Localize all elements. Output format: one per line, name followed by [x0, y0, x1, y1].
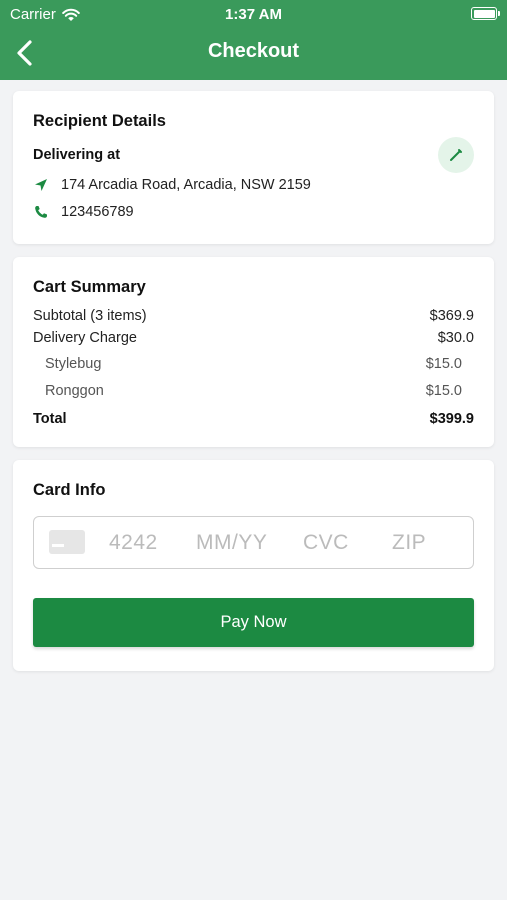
subtotal-row: Subtotal (3 items) $369.9: [33, 308, 474, 324]
vendor-name: Stylebug: [45, 356, 102, 372]
vendor-charge-row: Stylebug $15.0: [45, 356, 462, 372]
phone-icon: [35, 206, 47, 218]
address-text: 174 Arcadia Road, Arcadia, NSW 2159: [61, 177, 311, 193]
phone-row: 123456789: [33, 204, 134, 220]
subtotal-label: Subtotal (3 items): [33, 308, 147, 324]
status-bar: Carrier 1:37 AM: [0, 0, 507, 28]
navigation-arrow-icon: [35, 179, 47, 191]
recipient-details-card: Recipient Details Delivering at 174 Arca…: [13, 91, 494, 244]
vendor-charge: $15.0: [425, 383, 462, 399]
pay-now-button[interactable]: Pay Now: [33, 598, 474, 647]
delivering-at-label: Delivering at: [33, 147, 121, 163]
delivery-charge-label: Delivery Charge: [33, 330, 137, 346]
page-title: Checkout: [207, 40, 300, 62]
total-value: $399.9: [429, 411, 474, 427]
card-info-title: Card Info: [33, 481, 106, 499]
recipient-details-title: Recipient Details: [33, 112, 166, 130]
pay-now-label: Pay Now: [220, 613, 287, 631]
delivery-charge-row: Delivery Charge $30.0: [33, 330, 474, 346]
navigation-bar: Carrier 1:37 AM Checkout: [0, 0, 507, 80]
edit-address-button[interactable]: [438, 137, 474, 173]
address-row: 174 Arcadia Road, Arcadia, NSW 2159: [33, 177, 311, 193]
credit-card-icon: [49, 530, 85, 554]
cart-summary-title: Cart Summary: [33, 278, 146, 296]
delivery-charge-value: $30.0: [437, 330, 474, 346]
total-label: Total: [33, 411, 67, 427]
cart-summary-card: Cart Summary Subtotal (3 items) $369.9 D…: [13, 257, 494, 447]
card-number-input[interactable]: 4242: [109, 531, 158, 555]
pencil-icon: [450, 149, 462, 161]
cvc-input[interactable]: CVC: [303, 531, 349, 555]
phone-text: 123456789: [61, 204, 134, 220]
total-row: Total $399.9: [33, 411, 474, 427]
vendor-charge: $15.0: [425, 356, 462, 372]
expiry-input[interactable]: MM/YY: [196, 531, 267, 555]
subtotal-value: $369.9: [429, 308, 474, 324]
zip-input[interactable]: ZIP: [392, 531, 426, 555]
vendor-charge-row: Ronggon $15.0: [45, 383, 462, 399]
card-info-card: Card Info 4242 MM/YY CVC ZIP Pay Now: [13, 460, 494, 671]
card-input-field[interactable]: 4242 MM/YY CVC ZIP: [33, 516, 474, 569]
battery-icon: [471, 7, 500, 20]
vendor-name: Ronggon: [45, 383, 104, 399]
clock: 1:37 AM: [225, 6, 282, 23]
